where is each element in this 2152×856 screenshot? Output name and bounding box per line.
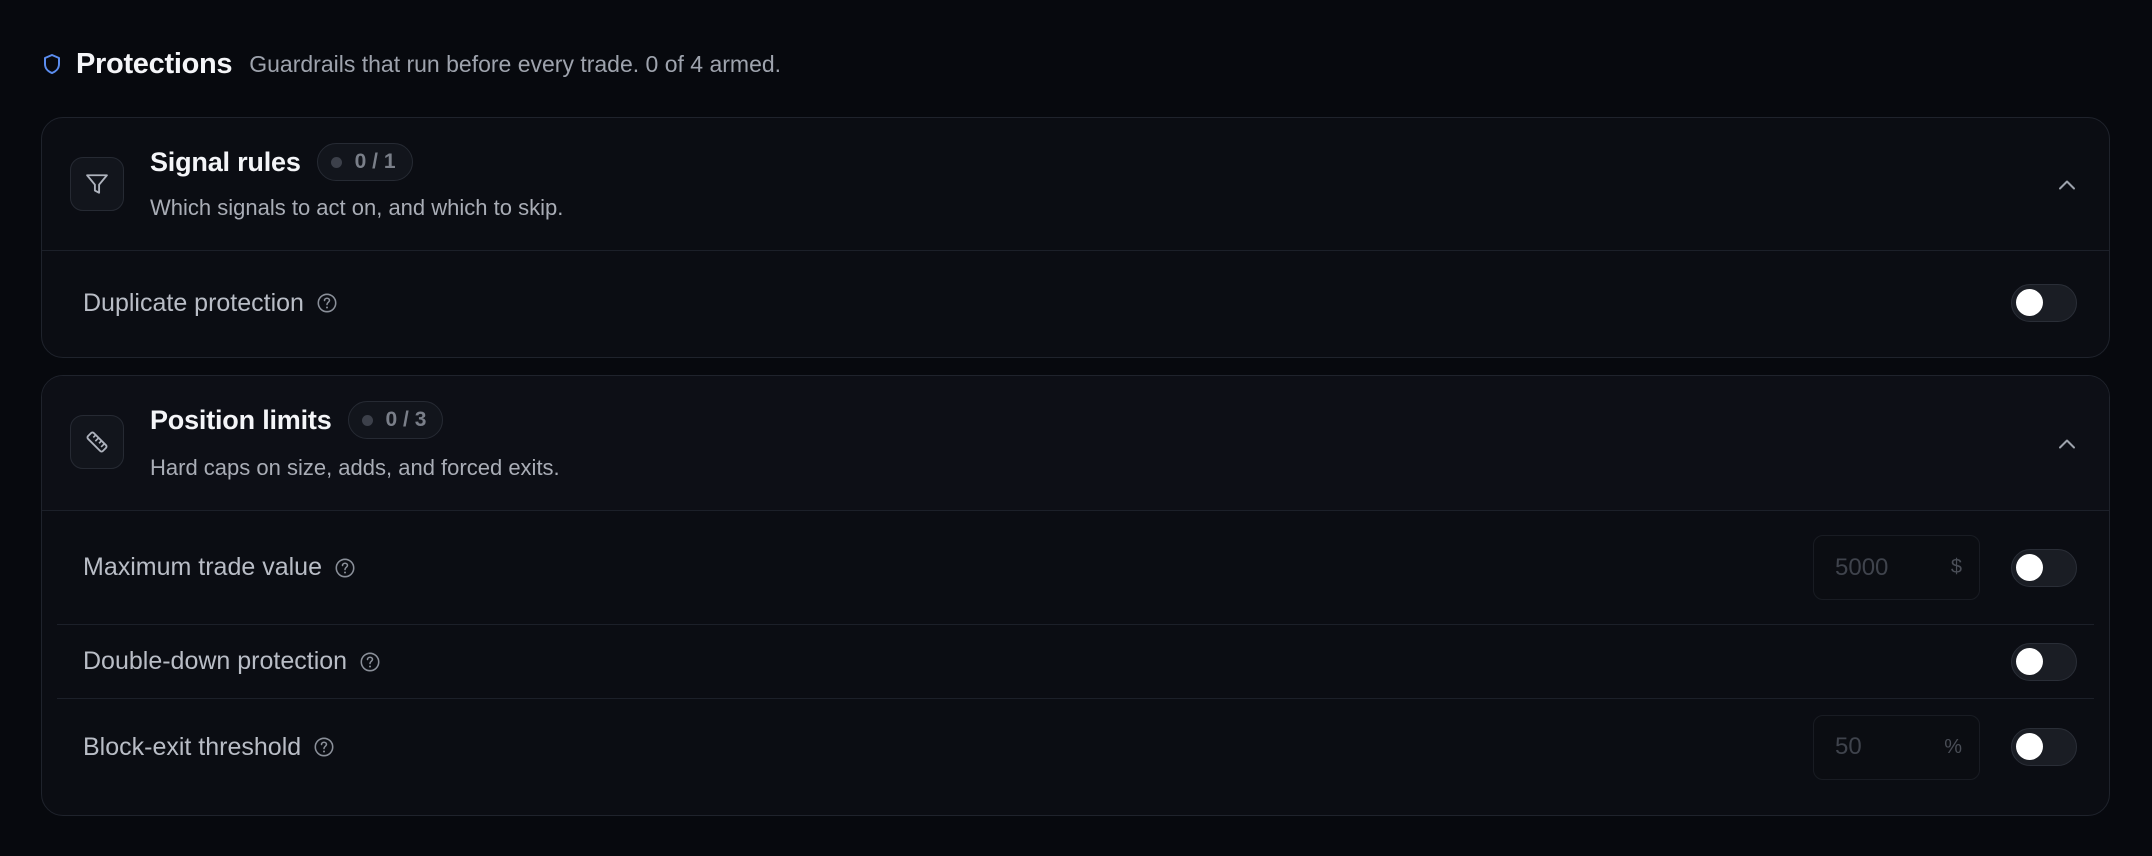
rule-label: Duplicate protection: [83, 288, 304, 317]
help-icon[interactable]: [316, 292, 338, 314]
ruler-icon: [70, 415, 124, 469]
armed-count: 0 / 1: [354, 150, 396, 173]
chevron-up-icon[interactable]: [2055, 432, 2079, 456]
double-down-protection-toggle[interactable]: [2011, 642, 2077, 681]
position-limits-header[interactable]: Position limits 0 / 3 Hard caps on size,…: [42, 376, 2109, 511]
toggle-knob: [2016, 647, 2043, 675]
maximum-trade-value-input[interactable]: 5000 $: [1813, 535, 1980, 600]
signal-rules-card: Signal rules 0 / 1 Which signals to act …: [41, 117, 2110, 358]
section-description: Hard caps on size, adds, and forced exit…: [150, 455, 560, 480]
armed-count-badge: 0 / 3: [347, 401, 444, 439]
toggle-knob: [2016, 553, 2043, 581]
rule-row-block-exit-threshold: Block-exit threshold 50 %: [57, 699, 2094, 795]
rule-row-double-down-protection: Double-down protection: [57, 625, 2094, 699]
section-title: Signal rules: [150, 146, 301, 177]
rule-label: Block-exit threshold: [83, 732, 302, 761]
rule-label: Double-down protection: [83, 647, 348, 675]
input-value: 5000: [1835, 553, 1889, 581]
armed-count: 0 / 3: [385, 408, 427, 431]
block-exit-threshold-toggle[interactable]: [2011, 728, 2077, 766]
page-subtitle: Guardrails that run before every trade. …: [249, 50, 782, 77]
chevron-up-icon[interactable]: [2055, 173, 2079, 197]
input-value: 50: [1835, 733, 1862, 760]
filter-icon: [70, 157, 124, 211]
help-icon[interactable]: [313, 736, 335, 758]
rule-row-duplicate-protection: Duplicate protection: [57, 251, 2094, 355]
block-exit-threshold-input[interactable]: 50 %: [1813, 714, 1980, 780]
position-limits-card: Position limits 0 / 3 Hard caps on size,…: [41, 375, 2110, 816]
section-description: Which signals to act on, and which to sk…: [150, 195, 564, 220]
protections-header: Protections Guardrails that run before e…: [42, 44, 781, 84]
help-icon[interactable]: [334, 557, 356, 579]
signal-rules-header[interactable]: Signal rules 0 / 1 Which signals to act …: [42, 118, 2109, 251]
input-unit: %: [1944, 735, 1962, 758]
toggle-knob: [2016, 289, 2043, 316]
help-icon[interactable]: [359, 651, 381, 673]
maximum-trade-value-toggle[interactable]: [2011, 548, 2077, 587]
status-dot: [330, 156, 342, 168]
duplicate-protection-toggle[interactable]: [2011, 284, 2077, 322]
toggle-knob: [2016, 733, 2043, 760]
shield-icon: [42, 52, 64, 76]
status-dot: [361, 414, 373, 426]
rule-row-maximum-trade-value: Maximum trade value 5000 $: [57, 511, 2094, 625]
page-title: Protections: [76, 47, 233, 80]
rule-label: Maximum trade value: [83, 553, 322, 581]
protections-panel: Protections Guardrails that run before e…: [0, 0, 2152, 856]
input-unit: $: [1950, 556, 1962, 578]
section-title: Position limits: [150, 404, 332, 435]
armed-count-badge: 0 / 1: [316, 143, 413, 181]
